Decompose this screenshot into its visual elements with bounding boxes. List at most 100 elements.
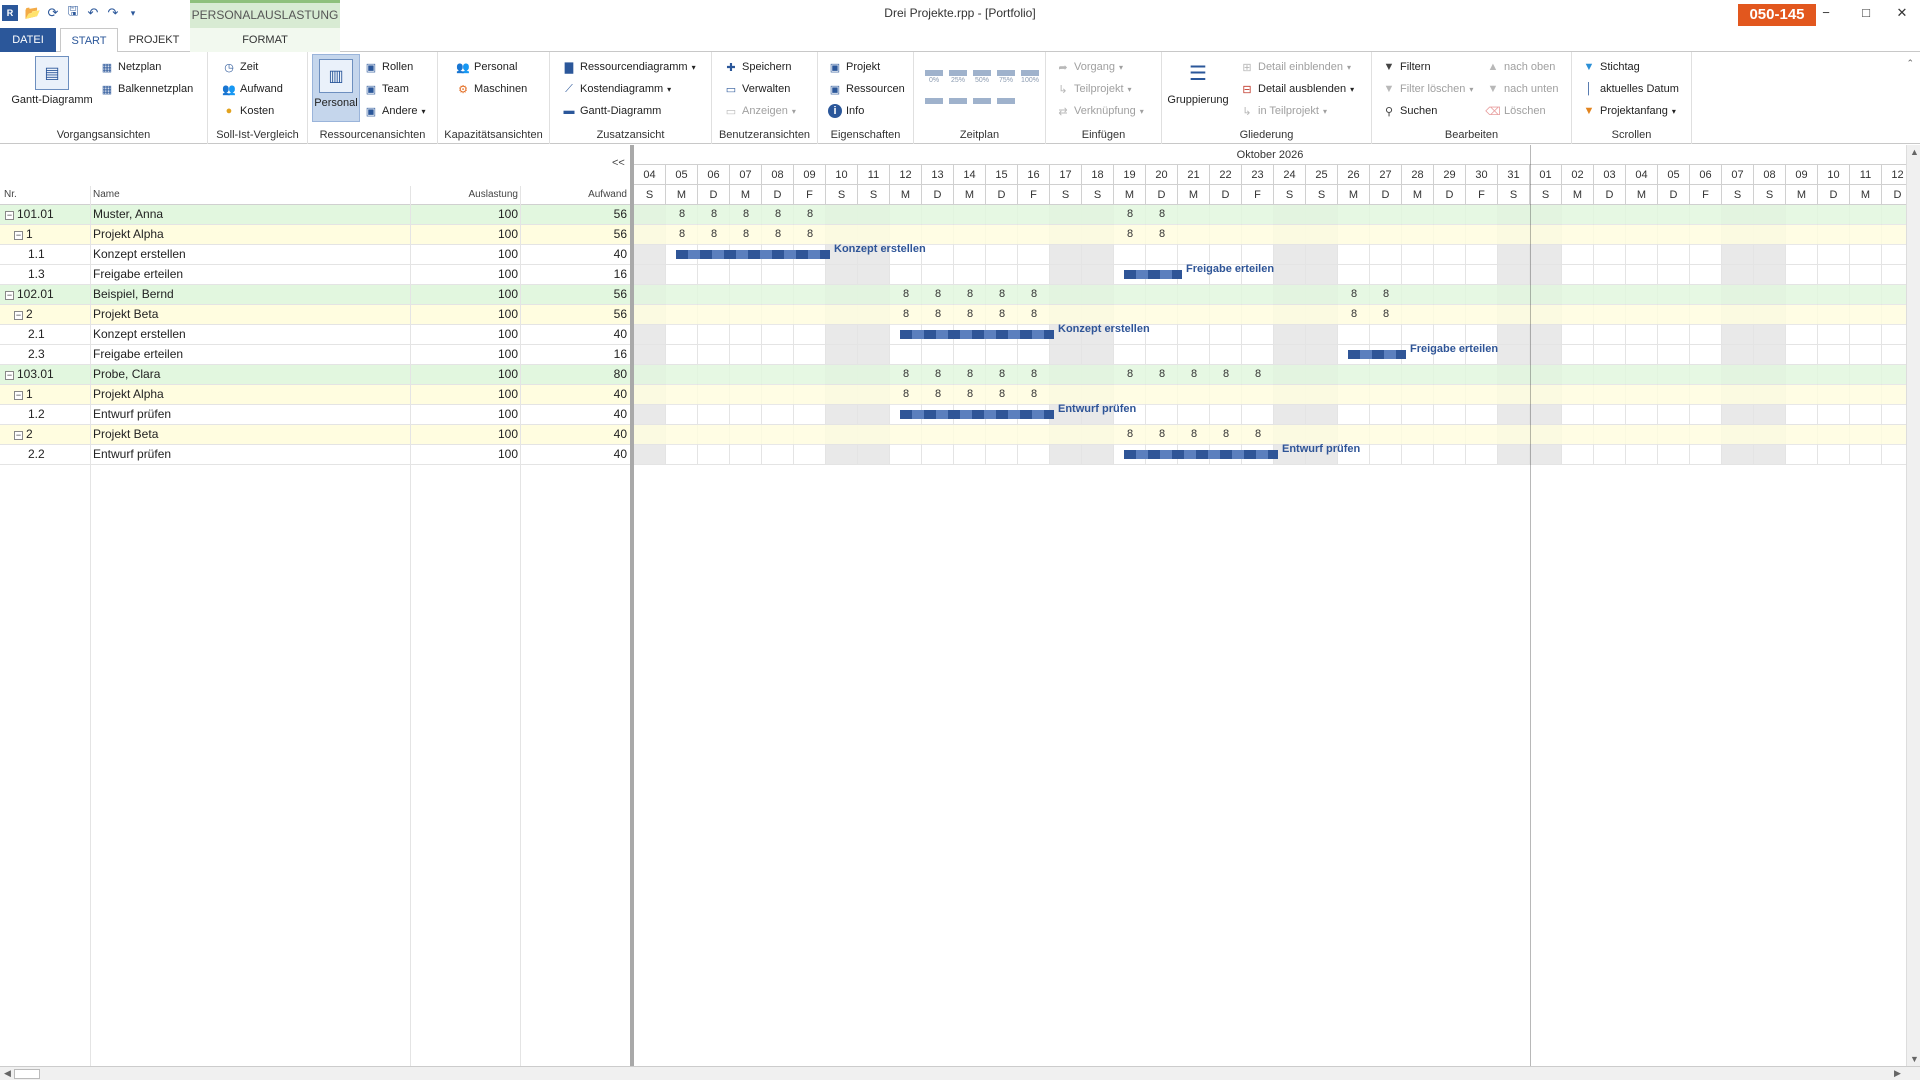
table-row[interactable]: 1.2 Entwurf prüfen 100 40: [0, 405, 630, 425]
ressourcendiagramm-button[interactable]: ▇ Ressourcendiagramm ▾: [562, 57, 696, 77]
ribbon-collapse-icon[interactable]: ⌃: [1906, 58, 1914, 69]
tab-format[interactable]: FORMAT: [190, 28, 340, 52]
aktuelles-datum-button[interactable]: │ aktuelles Datum: [1582, 79, 1679, 99]
scroll-thumb[interactable]: [14, 1069, 40, 1079]
zeit-button[interactable]: ◷ Zeit: [222, 57, 258, 77]
aufwand-button[interactable]: 👥 Aufwand: [222, 79, 283, 99]
undo-icon[interactable]: ↶: [84, 4, 102, 22]
timeline-row[interactable]: [634, 385, 1906, 405]
timeline-row[interactable]: [634, 285, 1906, 305]
scroll-right-icon[interactable]: ▶: [1894, 1068, 1901, 1079]
verknuepfung-button[interactable]: ⇄ Verknüpfung ▾: [1056, 101, 1143, 121]
gantt-bar[interactable]: [1124, 450, 1278, 459]
timeline-row[interactable]: [634, 305, 1906, 325]
andere-button[interactable]: ▣ Andere ▾: [364, 101, 426, 121]
open-icon[interactable]: 📂: [24, 4, 42, 22]
minimize-button[interactable]: −: [1808, 2, 1844, 24]
kosten-button[interactable]: ● Kosten: [222, 101, 275, 121]
balkennetzplan-button[interactable]: ▦ Balkennetzplan: [100, 79, 193, 99]
zusatz-gantt-button[interactable]: ▬ Gantt-Diagramm: [562, 101, 662, 121]
suchen-button[interactable]: ⚲ Suchen: [1382, 101, 1437, 121]
nach-oben-button[interactable]: ▲ nach oben: [1486, 57, 1556, 77]
link-tasks-button[interactable]: [924, 96, 944, 114]
progress-50-button[interactable]: 50%: [972, 68, 992, 86]
refresh-icon[interactable]: ⟳: [44, 4, 62, 22]
stichtag-button[interactable]: ▼ Stichtag: [1582, 57, 1640, 77]
redo-icon[interactable]: ↷: [104, 4, 122, 22]
projekt-properties-button[interactable]: ▣ Projekt: [828, 57, 880, 77]
gantt-bar[interactable]: [900, 330, 1054, 339]
tab-projekt[interactable]: PROJEKT: [124, 28, 184, 52]
table-row[interactable]: −102.01 Beispiel, Bernd 100 56: [0, 285, 630, 305]
table-row[interactable]: 2.2 Entwurf prüfen 100 40: [0, 445, 630, 465]
timeline-row[interactable]: [634, 405, 1906, 425]
customize-icon[interactable]: ▾: [124, 4, 142, 22]
filtern-button[interactable]: ▼ Filtern: [1382, 57, 1431, 77]
netzplan-button[interactable]: ▦ Netzplan: [100, 57, 162, 77]
horizontal-scrollbar[interactable]: ◀ ▶: [0, 1066, 1920, 1080]
collapse-toggle-icon[interactable]: −: [14, 231, 23, 240]
progress-0-button[interactable]: 0%: [924, 68, 944, 86]
gantt-diagramm-button[interactable]: ▤ Gantt-Diagramm: [6, 56, 98, 106]
save-icon[interactable]: 🖫: [64, 3, 82, 22]
kapazitaet-personal-button[interactable]: 👥 Personal: [456, 57, 517, 77]
team-button[interactable]: ▣ Team: [364, 79, 409, 99]
kostendiagramm-button[interactable]: ⟋ Kostendiagramm ▾: [562, 79, 671, 99]
in-teilprojekt-button[interactable]: ↳ in Teilprojekt ▾: [1240, 101, 1327, 121]
table-row[interactable]: −1 Projekt Alpha 100 40: [0, 385, 630, 405]
table-row[interactable]: 1.3 Freigabe erteilen 100 16: [0, 265, 630, 285]
tab-datei[interactable]: DATEI: [0, 28, 56, 52]
collapse-grid-button[interactable]: <<: [612, 157, 625, 169]
unlink-tasks-button[interactable]: [948, 96, 968, 114]
detail-ausblenden-button[interactable]: ⊟ Detail ausblenden ▾: [1240, 79, 1354, 99]
maschinen-button[interactable]: ⚙ Maschinen: [456, 79, 527, 99]
collapse-toggle-icon[interactable]: −: [14, 311, 23, 320]
gruppierung-button[interactable]: ☰ Gruppierung: [1166, 56, 1230, 107]
progress-75-button[interactable]: 75%: [996, 68, 1016, 86]
info-button[interactable]: i Info: [828, 101, 864, 121]
rollen-button[interactable]: ▣ Rollen: [364, 57, 413, 77]
table-row[interactable]: −2 Projekt Beta 100 56: [0, 305, 630, 325]
collapse-toggle-icon[interactable]: −: [5, 371, 14, 380]
detail-einblenden-button[interactable]: ⊞ Detail einblenden ▾: [1240, 57, 1351, 77]
table-row[interactable]: 2.1 Konzept erstellen 100 40: [0, 325, 630, 345]
projektanfang-button[interactable]: ▼ Projektanfang ▾: [1582, 101, 1676, 121]
ressourcen-properties-button[interactable]: ▣ Ressourcen: [828, 79, 905, 99]
collapse-toggle-icon[interactable]: −: [14, 391, 23, 400]
progress-100-button[interactable]: 100%: [1020, 68, 1040, 86]
filter-loeschen-button[interactable]: ▼ Filter löschen ▾: [1382, 79, 1474, 99]
loeschen-button[interactable]: ⌫ Löschen: [1485, 101, 1545, 121]
nach-unten-button[interactable]: ▼ nach unten: [1486, 79, 1559, 99]
gantt-bar[interactable]: [676, 250, 830, 259]
table-row[interactable]: −1 Projekt Alpha 100 56: [0, 225, 630, 245]
collapse-toggle-icon[interactable]: −: [5, 211, 14, 220]
split-task-button[interactable]: [972, 96, 992, 114]
table-row[interactable]: −101.01 Muster, Anna 100 56: [0, 205, 630, 225]
close-button[interactable]: ✕: [1884, 2, 1920, 24]
gantt-bar[interactable]: [1124, 270, 1182, 279]
column-header-nr[interactable]: Nr.: [4, 186, 17, 204]
anzeigen-button[interactable]: ▭ Anzeigen ▾: [724, 101, 796, 121]
column-header-aufwand[interactable]: Aufwand: [520, 186, 627, 204]
teilprojekt-button[interactable]: ↳ Teilprojekt ▾: [1056, 79, 1131, 99]
vertical-scrollbar[interactable]: ▲ ▼: [1906, 145, 1920, 1066]
column-header-name[interactable]: Name: [93, 186, 120, 204]
table-row[interactable]: 2.3 Freigabe erteilen 100 16: [0, 345, 630, 365]
collapse-toggle-icon[interactable]: −: [14, 431, 23, 440]
maximize-button[interactable]: □: [1848, 2, 1884, 24]
move-task-button[interactable]: [996, 96, 1016, 114]
table-row[interactable]: 1.1 Konzept erstellen 100 40: [0, 245, 630, 265]
timeline-row[interactable]: [634, 345, 1906, 365]
scroll-left-icon[interactable]: ◀: [4, 1068, 11, 1079]
verwalten-button[interactable]: ▭ Verwalten: [724, 79, 791, 99]
tab-start[interactable]: START: [60, 28, 118, 53]
scroll-down-icon[interactable]: ▼: [1910, 1054, 1919, 1064]
timeline-row[interactable]: [634, 325, 1906, 345]
gantt-bar[interactable]: [900, 410, 1054, 419]
speichern-button[interactable]: ✚ Speichern: [724, 57, 791, 77]
progress-25-button[interactable]: 25%: [948, 68, 968, 86]
column-header-auslastung[interactable]: Auslastung: [410, 186, 518, 204]
table-row[interactable]: −2 Projekt Beta 100 40: [0, 425, 630, 445]
gantt-bar[interactable]: [1348, 350, 1406, 359]
collapse-toggle-icon[interactable]: −: [5, 291, 14, 300]
